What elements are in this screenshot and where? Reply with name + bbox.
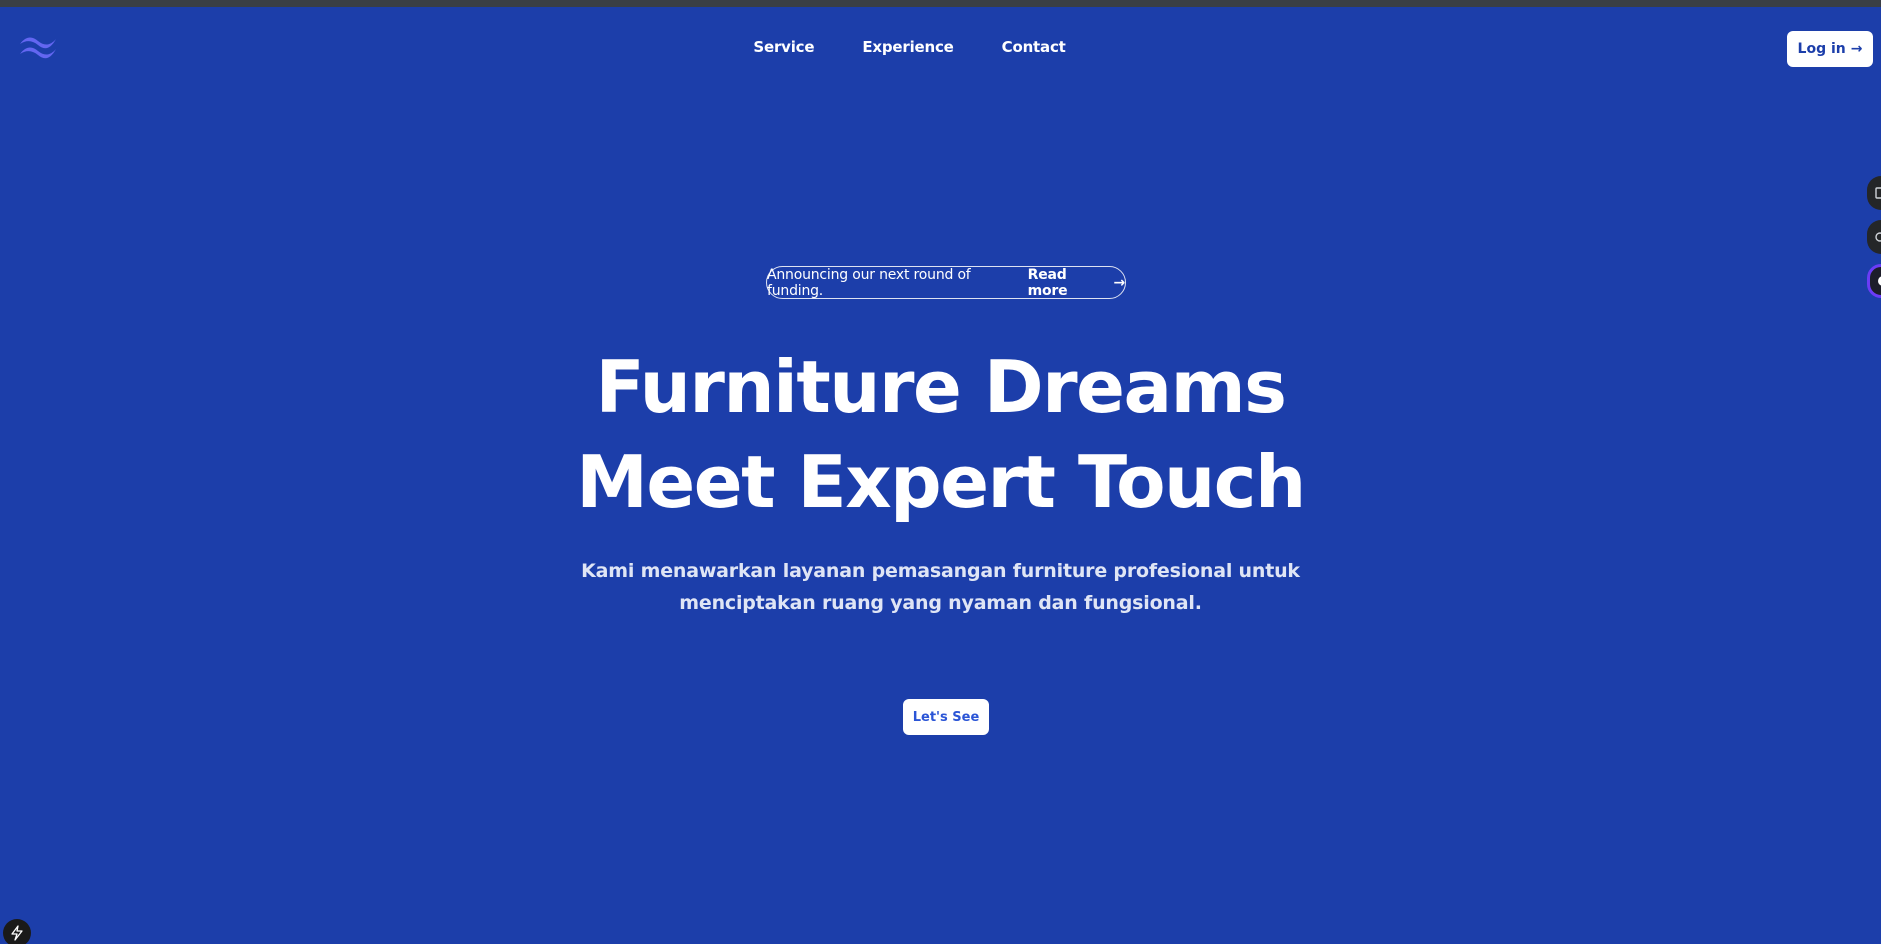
lightning-icon[interactable] (3, 919, 31, 944)
hero-subtitle-line-2: menciptakan ruang yang nyaman dan fungsi… (679, 592, 1202, 614)
nav-link-contact[interactable]: Contact (1002, 38, 1066, 56)
announcement-text: Announcing our next round of funding. (767, 266, 971, 299)
login-label: Log in (1797, 41, 1846, 57)
main-nav: Service Experience Contact (0, 38, 1881, 56)
nav-link-experience[interactable]: Experience (862, 38, 953, 56)
announcement-pill[interactable]: Announcing our next round of funding. Re… (766, 266, 1126, 299)
hero-title-line-2: Meet Expert Touch (576, 440, 1306, 524)
read-more-link[interactable]: Read more (1028, 267, 1109, 299)
hero-subtitle: Kami menawarkan layanan pemasangan furni… (0, 555, 1881, 619)
arrow-right-icon: → (1850, 41, 1863, 57)
hero-title: Furniture Dreams Meet Expert Touch (0, 340, 1881, 530)
lightning-glyph (11, 925, 23, 941)
hero-subtitle-line-1: Kami menawarkan layanan pemasangan furni… (581, 560, 1300, 582)
hero-title-line-1: Furniture Dreams (595, 345, 1287, 429)
nav-link-service[interactable]: Service (753, 38, 814, 56)
browser-top-strip (0, 0, 1881, 7)
arrow-right-icon: → (1113, 274, 1125, 291)
ext-icon-1-glyph (1875, 187, 1881, 199)
lets-see-button[interactable]: Let's See (903, 699, 989, 735)
ext-icon-2-glyph (1875, 232, 1881, 242)
login-button[interactable]: Log in → (1787, 31, 1873, 67)
